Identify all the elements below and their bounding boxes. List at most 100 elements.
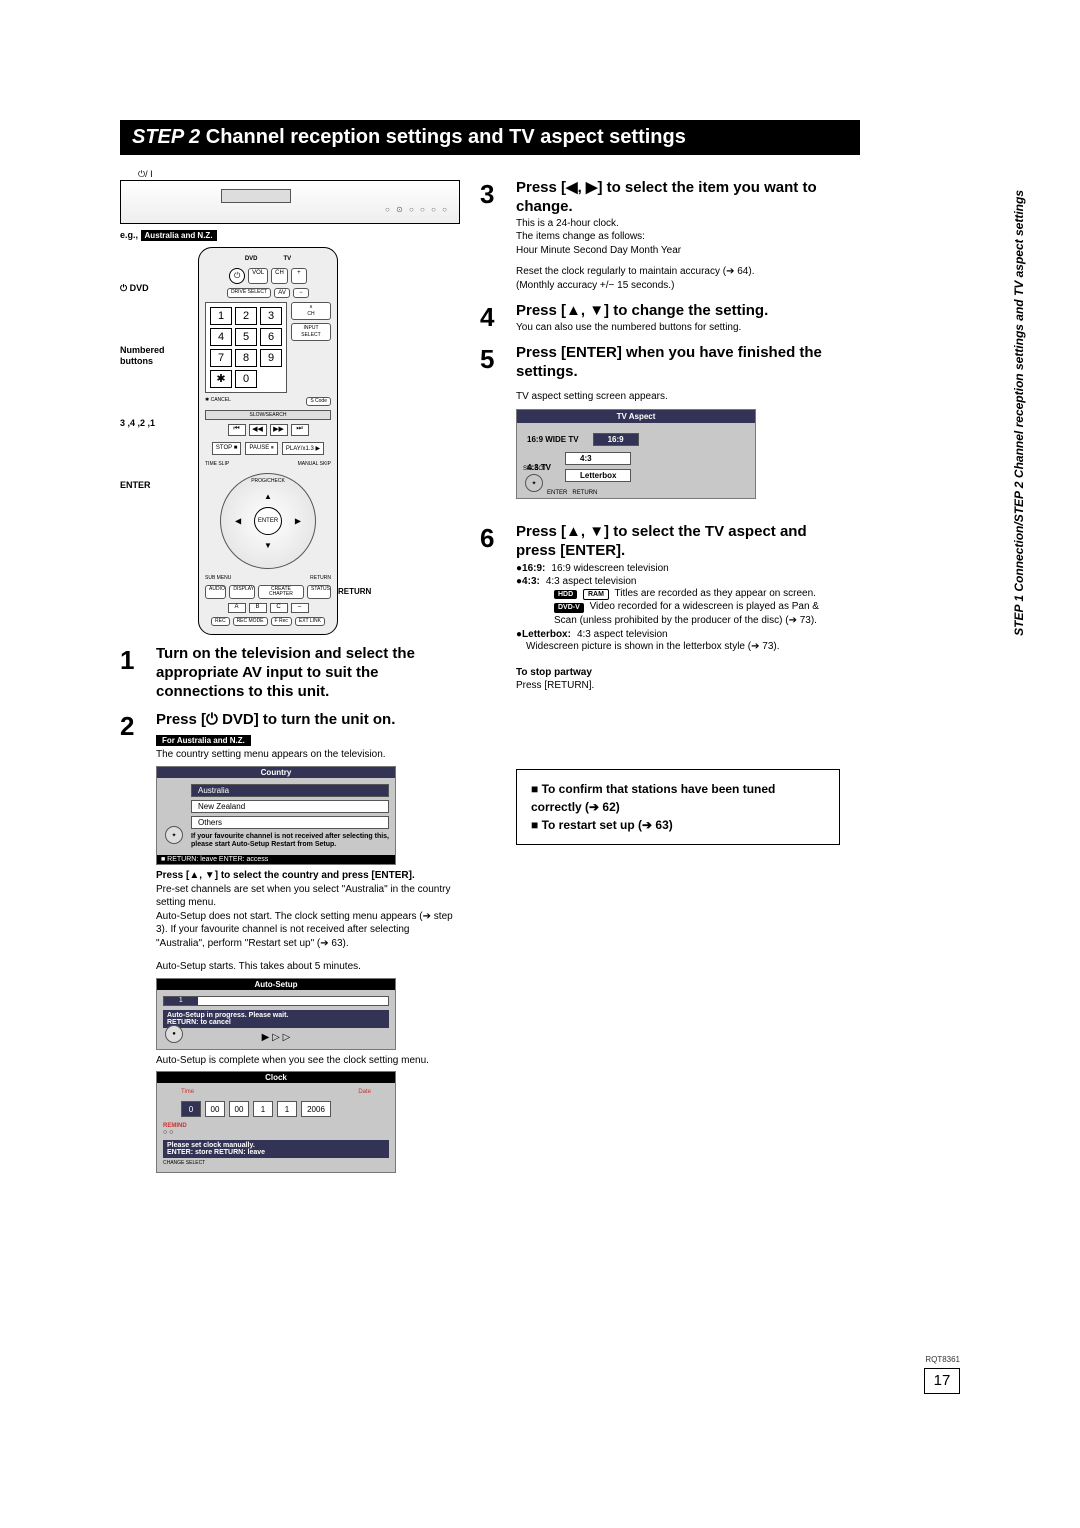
clock-minute: 00 <box>205 1101 225 1117</box>
remote-plus-chip: + <box>291 268 307 284</box>
left-arrow-icon: ◀ <box>235 517 241 526</box>
remote-tv-label: TV <box>284 256 292 262</box>
notes-line-2: ■ To restart set up (➔ 63) <box>531 816 825 834</box>
step-2-line6: Auto-Setup is complete when you see the … <box>156 1054 460 1068</box>
skip-fwd-icon: ⏭ <box>291 424 309 436</box>
remote-return: RETURN <box>310 575 331 581</box>
skip-back-icon: ⏮ <box>228 424 246 436</box>
clock-time-label: Time <box>181 1089 194 1095</box>
tv-aspect-panel: TV Aspect 16:9 WIDE TV 16:9 4:3 TV 4:3 L… <box>516 409 756 499</box>
dvd-controls-icon: ○ ⊙ ○ ○ ○ ○ <box>385 205 449 214</box>
key-1: 1 <box>210 307 232 325</box>
remote-recmode: REC MODE <box>233 617 268 626</box>
def-letterbox-label: ●Letterbox: <box>516 629 571 640</box>
color-b: B <box>249 603 267 613</box>
ram-chip: RAM <box>583 589 609 600</box>
clock-cells: 0 00 00 1 1 2006 <box>181 1101 389 1117</box>
clock-change-select: CHANGE SELECT <box>163 1160 389 1166</box>
key-7: 7 <box>210 349 232 367</box>
chip-line-2: Video recorded for a widescreen is playe… <box>554 601 819 626</box>
clock-second: 00 <box>229 1101 249 1117</box>
stop-partway-title: To stop partway <box>516 666 840 680</box>
remote-slow-search: SLOW/SEARCH <box>205 410 331 420</box>
region-tag-2: For Australia and N.Z. <box>156 735 251 746</box>
key-5: 5 <box>235 328 257 346</box>
clock-note: Please set clock manually. <box>167 1142 385 1149</box>
step-1-number: 1 <box>120 645 146 701</box>
page-number: 17 <box>924 1368 960 1394</box>
key-3: 3 <box>260 307 282 325</box>
play-arrows-icon: ▶ ▷ ▷ <box>163 1032 389 1043</box>
remote-dvd-label: DVD <box>245 256 258 262</box>
remote-vol-chip: VOL <box>248 268 268 284</box>
select-label: SELECT <box>523 466 546 472</box>
remote-ch-chip: CH <box>271 268 288 284</box>
step-3-l4: (Monthly accuracy +/− 15 seconds.) <box>516 279 840 293</box>
step-2-number: 2 <box>120 711 146 1177</box>
def-letterbox-sub: Widescreen picture is shown in the lette… <box>526 640 840 654</box>
progress-bar: 1 <box>163 996 389 1006</box>
clock-panel: Clock Time Date 0 00 00 1 1 2006 <box>156 1071 396 1173</box>
power-glyph-label: ⏻/ I <box>138 169 460 180</box>
step-label: STEP 2 <box>132 126 200 148</box>
hdd-chip: HDD <box>554 590 577 599</box>
up-arrow-icon: ▲ <box>264 492 272 501</box>
key-star: ✱ <box>210 370 232 388</box>
step-1-title: Turn on the television and select the ap… <box>156 645 460 701</box>
enter-hint: ENTER <box>547 490 567 496</box>
right-arrow-icon: ▶ <box>295 517 301 526</box>
remote-color-buttons: A B C – <box>228 603 309 613</box>
remote-audio: AUDIO <box>205 585 226 599</box>
key-6: 6 <box>260 328 282 346</box>
color-a: A <box>228 603 246 613</box>
def-169-text: 16:9 widescreen television <box>551 563 668 574</box>
remote-submenu: SUB MENU <box>205 575 231 581</box>
key-2: 2 <box>235 307 257 325</box>
color-d: – <box>291 603 309 613</box>
country-opt-australia: Australia <box>191 784 389 797</box>
key-0: 0 <box>235 370 257 388</box>
select-icon: ✦ <box>525 474 543 492</box>
key-8: 8 <box>235 349 257 367</box>
notes-line-1: ■ To confirm that stations have been tun… <box>531 780 825 816</box>
power-dvd-label: ⏻ DVD <box>120 283 198 295</box>
step-3-number: 3 <box>480 179 506 292</box>
remote-power-icon: ⏻ <box>229 268 245 284</box>
step-5-l1: TV aspect setting screen appears. <box>516 390 840 404</box>
stop-partway-text: Press [RETURN]. <box>516 679 840 693</box>
step-6-title: Press [▲, ▼] to select the TV aspect and… <box>516 523 840 561</box>
remote-enter: ENTER <box>254 507 282 535</box>
step-2-line4: Auto-Setup does not start. The clock set… <box>156 910 460 951</box>
ffwd-icon: ▶▶ <box>270 424 288 436</box>
def-169-label: ●16:9: <box>516 563 545 574</box>
def-letterbox-text: 4:3 aspect television <box>577 629 668 640</box>
remote-keypad: 1 2 3 4 5 6 7 8 9 ✱ 0 <box>205 302 287 393</box>
return-hint: RETURN <box>572 490 597 496</box>
remote-illustration: DVD TV ⏻ VOL CH + DRIVE SELECT AV − <box>198 247 338 635</box>
notes-box: ■ To confirm that stations have been tun… <box>516 769 840 845</box>
remote-left-labels: ⏻ DVD Numbered buttons 3 ,4 ,2 ,1 ENTER <box>120 247 198 541</box>
sequence-label: 3 ,4 ,2 ,1 <box>120 418 198 430</box>
chip-line-1: Titles are recorded as they appear on sc… <box>615 588 816 599</box>
remote-drive-select: DRIVE SELECT <box>227 288 271 298</box>
step-2-line1: The country setting menu appears on the … <box>156 748 460 762</box>
step-5-number: 5 <box>480 344 506 513</box>
joystick-icon-2: ● <box>165 1025 183 1043</box>
numbered-buttons-label: Numbered buttons <box>120 345 198 368</box>
country-opt-others: Others <box>191 816 389 829</box>
dvdv-chip: DVD-V <box>554 603 584 612</box>
return-side-label: RETURN <box>338 247 408 596</box>
progress-value: 1 <box>164 997 198 1005</box>
ring-top-label: PROG/CHECK <box>251 478 285 484</box>
remote-cancel: ✱ CANCEL <box>205 397 231 406</box>
clock-month: 1 <box>277 1101 297 1117</box>
autosetup-title: Auto-Setup <box>157 979 395 990</box>
tv-opt-43: 4:3 <box>565 452 631 465</box>
step-3-seq: Hour Minute Second Day Month Year <box>516 244 840 258</box>
step-3-l3: Reset the clock regularly to maintain ac… <box>516 265 840 279</box>
step-4-l1: You can also use the numbered buttons fo… <box>516 321 840 335</box>
tv-opt-169: 16:9 <box>593 433 639 446</box>
step-2-title: Press [⏻ DVD] to turn the unit on. <box>156 711 460 730</box>
tv-row-169: 16:9 WIDE TV <box>527 435 579 444</box>
remote-minus-chip: − <box>293 288 309 298</box>
